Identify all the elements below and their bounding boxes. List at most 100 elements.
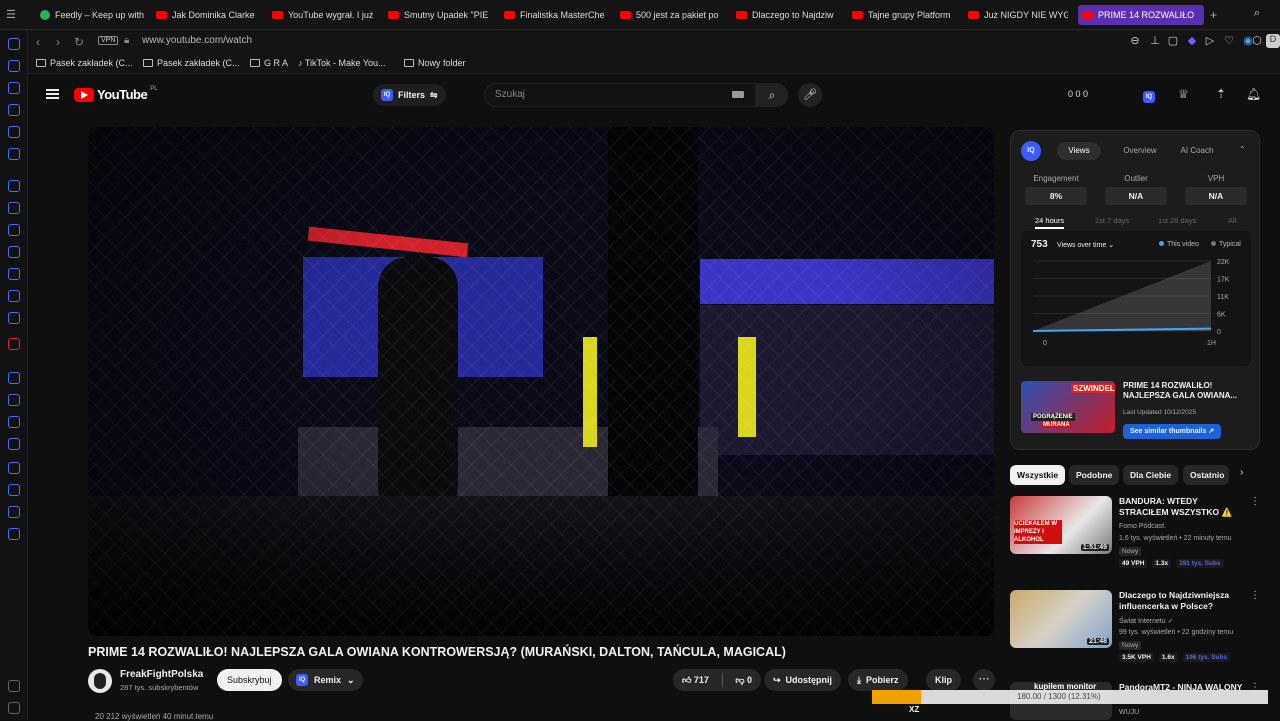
- metric-label: Engagement: [1033, 174, 1079, 183]
- kebab-icon[interactable]: ⋮: [1250, 496, 1260, 507]
- sidebar-arrow-icon[interactable]: [8, 180, 20, 192]
- sidebar-discord-icon[interactable]: [8, 312, 20, 324]
- chip-recent[interactable]: Ostatnio: [1183, 465, 1229, 485]
- sidebar-instagram-icon[interactable]: [8, 268, 20, 280]
- panel-thumbnail[interactable]: SZWINDEL? POGRĄŻENIE MURANA: [1021, 381, 1115, 433]
- similar-thumbnails-button[interactable]: See similar thumbnails ↗: [1123, 424, 1222, 439]
- search-tabs-icon[interactable]: ⌕: [1250, 7, 1264, 21]
- snapshot-icon[interactable]: ▢: [1166, 34, 1180, 48]
- vpn-badge[interactable]: VPN: [98, 36, 119, 45]
- search-input[interactable]: Szukaj: [484, 83, 756, 107]
- sidebar-mail-icon[interactable]: [8, 126, 20, 138]
- heart-icon[interactable]: ♡: [1222, 34, 1236, 48]
- chevron-right-icon[interactable]: ›: [1240, 467, 1243, 478]
- sidebar-gx-icon[interactable]: [8, 680, 20, 692]
- puzzle-icon[interactable]: ⬡: [1250, 34, 1264, 48]
- tab-8[interactable]: Już NIGDY NIE WYG: [964, 5, 1068, 25]
- subscribe-button[interactable]: Subskrybuj: [217, 669, 282, 691]
- sidebar-settings-icon[interactable]: [8, 528, 20, 540]
- views-over-time-dropdown[interactable]: Views over time ⌄: [1057, 241, 1114, 249]
- sidebar-shop-icon[interactable]: [8, 82, 20, 94]
- tab-0[interactable]: Feedly – Keep up with: [36, 5, 144, 25]
- shield-icon[interactable]: ◆: [1185, 34, 1199, 48]
- video-player[interactable]: [88, 127, 994, 636]
- tab-6[interactable]: Dlaczego to Najdziw: [732, 5, 840, 25]
- bookmark-2[interactable]: G R A: [250, 58, 288, 68]
- sidebar-play-icon[interactable]: [8, 394, 20, 406]
- bookmark-4[interactable]: Nowy folder: [404, 58, 466, 68]
- back-icon[interactable]: ‹: [36, 35, 40, 49]
- recommendation-item[interactable]: 21:48 Dlaczego to Najdziwniejsza influen…: [1010, 590, 1270, 680]
- bookmark-3[interactable]: ♪ TikTok - Make You...: [298, 58, 386, 68]
- filters-button[interactable]: IQ Filters ⇋: [373, 84, 446, 106]
- youtube-logo[interactable]: YouTube PL: [74, 86, 158, 102]
- bookmark-0[interactable]: Pasek zakładek (C...: [36, 58, 133, 68]
- range-7d[interactable]: 1st 7 days: [1095, 216, 1129, 225]
- sidebar-music-icon[interactable]: [8, 372, 20, 384]
- tab-5[interactable]: 500 jest za pakiet po: [616, 5, 724, 25]
- remix-button[interactable]: IQ Remix ⌄: [288, 669, 363, 691]
- tab-ai-coach[interactable]: AI Coach: [1175, 142, 1219, 160]
- download-button[interactable]: ⤓ Pobierz: [848, 669, 908, 691]
- tab-2[interactable]: YouTube wygrał. I już: [268, 5, 376, 25]
- rec-badge: Nowy: [1119, 547, 1142, 556]
- pin-icon[interactable]: ⊥: [1148, 34, 1162, 48]
- menu-icon[interactable]: [46, 89, 59, 99]
- sidebar-clock-icon[interactable]: [8, 462, 20, 474]
- sidebar-bookmark-icon[interactable]: [8, 148, 20, 160]
- bookmark-1[interactable]: Pasek zakładek (C...: [143, 58, 240, 68]
- recommendation-item[interactable]: UCIEKAŁEM W IMPREZY I ALKOHOL 1:51:49 BA…: [1010, 496, 1270, 586]
- upload-icon[interactable]: ⇡: [1216, 87, 1226, 101]
- range-24h[interactable]: 24 hours: [1035, 216, 1065, 229]
- kebab-icon[interactable]: ⋮: [1250, 590, 1260, 601]
- tab-overview[interactable]: Overview: [1116, 142, 1164, 160]
- sidebar-home-icon[interactable]: [8, 38, 20, 50]
- tab-active[interactable]: PRIME 14 ROZWALIŁO: [1078, 5, 1204, 25]
- sidebar-list-icon[interactable]: [8, 438, 20, 450]
- share-button[interactable]: ↪ Udostępnij: [764, 669, 842, 691]
- chip-related[interactable]: Podobne: [1069, 465, 1120, 485]
- sidebar-more-icon[interactable]: [8, 702, 20, 714]
- collapse-icon[interactable]: ⌃: [1239, 145, 1246, 154]
- tab-views[interactable]: Views: [1057, 142, 1101, 160]
- like-button[interactable]: 👍︎ 717: [682, 675, 709, 686]
- search-button[interactable]: ⌕: [756, 83, 788, 107]
- sidebar-telegram-icon[interactable]: [8, 246, 20, 258]
- forward-icon[interactable]: ›: [56, 35, 60, 49]
- sidebar-x-icon[interactable]: [8, 290, 20, 302]
- tab-7[interactable]: Tajne grupy Platform: [848, 5, 956, 25]
- zoom-icon[interactable]: ⊖: [1128, 34, 1142, 48]
- tab-4[interactable]: Finalistka MasterChe: [500, 5, 608, 25]
- profile-icon[interactable]: D: [1266, 34, 1280, 48]
- new-tab-button[interactable]: +: [1210, 8, 1217, 22]
- channel-avatar[interactable]: [88, 669, 112, 693]
- chip-all[interactable]: Wszystkie: [1010, 465, 1066, 485]
- channel-name[interactable]: FreakFightPolska: [120, 669, 203, 680]
- browser-menu-icon[interactable]: ☰: [6, 8, 20, 22]
- clip-button[interactable]: Klip: [926, 669, 961, 691]
- send-icon[interactable]: ▷: [1203, 34, 1217, 48]
- sidebar-cloud-icon[interactable]: [8, 506, 20, 518]
- url-field[interactable]: www.youtube.com/watch: [142, 35, 252, 46]
- sidebar-messenger-icon[interactable]: [8, 224, 20, 236]
- sidebar-wallet-icon[interactable]: [8, 104, 20, 116]
- range-all[interactable]: All: [1228, 216, 1236, 225]
- notifications-icon[interactable]: 🔔︎: [1246, 87, 1261, 101]
- lock-icon[interactable]: 🔒︎: [124, 35, 129, 46]
- sidebar-news-icon[interactable]: [8, 60, 20, 72]
- sidebar-twitch-icon[interactable]: [8, 202, 20, 214]
- sidebar-puzzle-icon[interactable]: [8, 484, 20, 496]
- iq-header-icon[interactable]: IQ: [1143, 87, 1155, 103]
- sidebar-red-icon[interactable]: [8, 338, 20, 350]
- chip-for-you[interactable]: Dla Ciebie: [1123, 465, 1179, 485]
- tab-1[interactable]: Jak Dominika Clarke: [152, 5, 260, 25]
- crown-icon[interactable]: ♕: [1178, 87, 1189, 101]
- range-28d[interactable]: 1st 28 days: [1158, 216, 1196, 225]
- tab-3[interactable]: Smutny Upadek "PIE: [384, 5, 492, 25]
- more-actions-button[interactable]: ⋯: [973, 669, 995, 691]
- dislike-button[interactable]: 👎︎ 0: [735, 675, 752, 686]
- keyboard-icon[interactable]: [732, 91, 744, 98]
- sidebar-heart-icon[interactable]: [8, 416, 20, 428]
- reload-icon[interactable]: ↻: [74, 35, 84, 49]
- voice-search-button[interactable]: 🎤︎: [798, 83, 822, 107]
